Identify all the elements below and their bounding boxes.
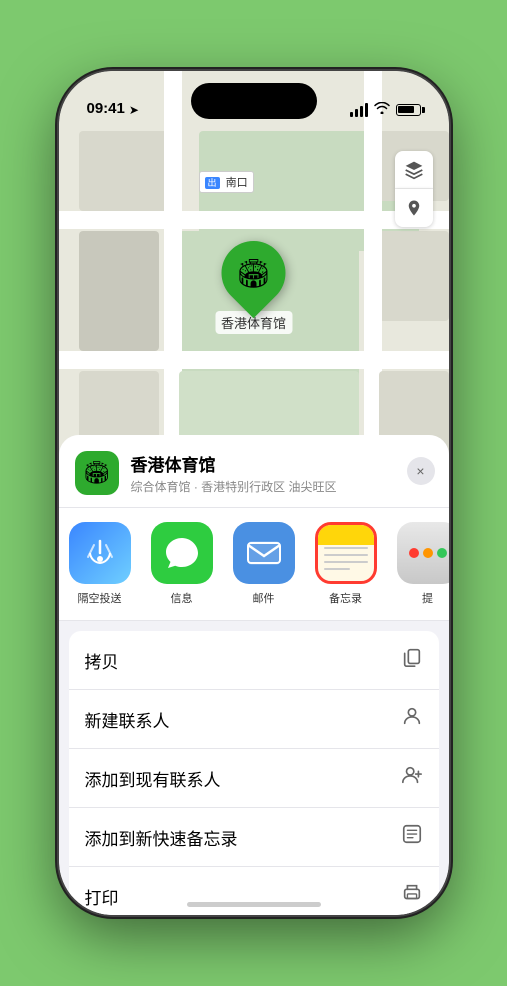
map-layers-button[interactable]	[395, 151, 433, 189]
battery-icon	[396, 104, 421, 116]
close-button[interactable]: ×	[407, 457, 435, 485]
share-item-more[interactable]: 提	[387, 522, 449, 606]
messages-icon-wrap	[151, 522, 213, 584]
status-time: 09:41	[87, 100, 125, 119]
location-logo: 🏟	[75, 451, 119, 495]
map-south-label: 出 南口	[199, 171, 254, 193]
quick-note-icon	[401, 823, 423, 851]
notes-label: 备忘录	[329, 590, 362, 606]
location-pin: 🏟 香港体育馆	[215, 241, 292, 334]
copy-icon	[401, 646, 423, 674]
location-name: 香港体育馆	[131, 451, 433, 476]
more-label: 提	[422, 590, 433, 606]
bottom-sheet: 🏟 香港体育馆 综合体育馆 · 香港特别行政区 油尖旺区 ×	[59, 435, 449, 915]
share-item-airdrop[interactable]: 隔空投送	[59, 522, 141, 606]
add-quick-note-label: 添加到新快速备忘录	[85, 825, 238, 850]
mail-icon-wrap	[233, 522, 295, 584]
share-item-notes[interactable]: 备忘录	[305, 522, 387, 606]
location-info: 香港体育馆 综合体育馆 · 香港特别行政区 油尖旺区	[131, 451, 433, 495]
mail-label: 邮件	[253, 590, 275, 606]
more-icon-wrap	[397, 522, 449, 584]
action-copy[interactable]: 拷贝	[69, 631, 439, 690]
map-controls	[395, 151, 433, 227]
notes-icon-wrap	[315, 522, 377, 584]
location-header: 🏟 香港体育馆 综合体育馆 · 香港特别行政区 油尖旺区 ×	[59, 435, 449, 508]
stadium-icon: 🏟	[236, 257, 272, 290]
signal-bars	[350, 103, 368, 117]
print-label: 打印	[85, 884, 119, 909]
map-location-button[interactable]	[395, 189, 433, 227]
location-arrow-icon: ➤	[129, 103, 139, 117]
action-new-contact[interactable]: 新建联系人	[69, 690, 439, 749]
wifi-icon	[374, 102, 390, 117]
phone-frame: 09:41 ➤	[59, 71, 449, 915]
messages-label: 信息	[171, 590, 193, 606]
share-row: 隔空投送 信息	[59, 508, 449, 621]
action-list: 拷贝 新建联系人	[69, 631, 439, 915]
new-contact-label: 新建联系人	[85, 707, 170, 732]
phone-screen: 09:41 ➤	[59, 71, 449, 915]
copy-label: 拷贝	[85, 648, 119, 673]
add-existing-label: 添加到现有联系人	[85, 766, 221, 791]
action-add-existing[interactable]: 添加到现有联系人	[69, 749, 439, 808]
action-print[interactable]: 打印	[69, 867, 439, 915]
add-existing-icon	[401, 764, 423, 792]
share-item-mail[interactable]: 邮件	[223, 522, 305, 606]
home-indicator	[187, 902, 321, 907]
status-icons	[350, 102, 421, 119]
share-item-messages[interactable]: 信息	[141, 522, 223, 606]
location-description: 综合体育馆 · 香港特别行政区 油尖旺区	[131, 478, 433, 495]
print-icon	[401, 882, 423, 910]
airdrop-label: 隔空投送	[78, 590, 122, 606]
action-add-quick-note[interactable]: 添加到新快速备忘录	[69, 808, 439, 867]
new-contact-icon	[401, 705, 423, 733]
airdrop-icon-wrap	[69, 522, 131, 584]
pin-circle: 🏟	[208, 228, 299, 319]
dynamic-island	[191, 83, 317, 119]
